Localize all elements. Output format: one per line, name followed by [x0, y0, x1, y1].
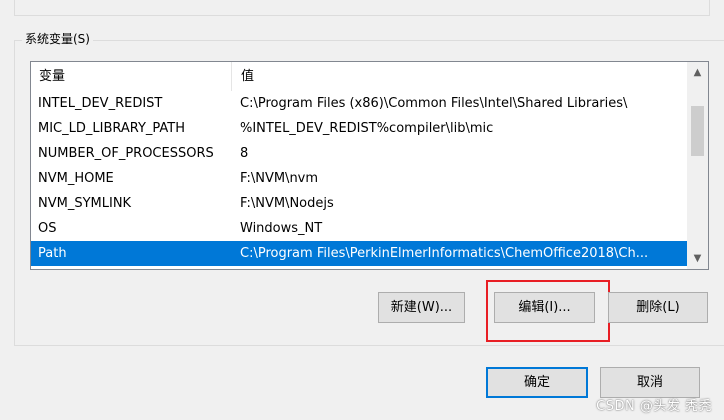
table-row[interactable]: NUMBER_OF_PROCESSORS 8: [31, 141, 687, 166]
variable-value: C:\Program Files (x86)\Common Files\Inte…: [240, 96, 628, 111]
variable-value: C:\Program Files\PerkinElmerInformatics\…: [240, 246, 649, 261]
table-row[interactable]: OS Windows_NT: [31, 216, 687, 241]
system-variables-list[interactable]: 变量 值 INTEL_DEV_REDIST C:\Program Files (…: [30, 61, 709, 270]
variable-name: MIC_LD_LIBRARY_PATH: [38, 121, 186, 136]
variable-name: Path: [38, 246, 67, 261]
variable-value: Windows_NT: [240, 221, 323, 236]
variable-value: %INTEL_DEV_REDIST%compiler\lib\mic: [240, 121, 494, 136]
table-row[interactable]: INTEL_DEV_REDIST C:\Program Files (x86)\…: [31, 91, 687, 116]
table-row[interactable]: NVM_HOME F:\NVM\nvm: [31, 166, 687, 191]
table-row[interactable]: NVM_SYMLINK F:\NVM\Nodejs: [31, 191, 687, 216]
column-header-value[interactable]: 值: [232, 62, 687, 91]
column-header-variable[interactable]: 变量: [31, 62, 232, 91]
variable-name: OS: [38, 221, 57, 236]
variable-name: NUMBER_OF_PROCESSORS: [38, 146, 214, 161]
table-row[interactable]: MIC_LD_LIBRARY_PATH %INTEL_DEV_REDIST%co…: [31, 116, 687, 141]
variable-name: NVM_SYMLINK: [38, 196, 132, 211]
variable-value: F:\NVM\nvm: [240, 171, 319, 186]
scroll-up-arrow-icon[interactable]: ▲: [687, 62, 708, 83]
delete-button[interactable]: 删除(L): [608, 292, 708, 323]
watermark: CSDN @头发 秃秃: [596, 399, 712, 414]
new-button[interactable]: 新建(W)...: [378, 292, 465, 323]
upper-group-box-edge: [14, 0, 710, 16]
variable-value: 8: [240, 146, 249, 161]
variable-name: NVM_HOME: [38, 171, 114, 186]
variable-name: INTEL_DEV_REDIST: [38, 96, 163, 111]
group-label: 系统变量(S): [22, 30, 93, 48]
edit-button[interactable]: 编辑(I)...: [494, 292, 595, 323]
scroll-down-arrow-icon[interactable]: ▼: [687, 248, 708, 269]
cancel-button[interactable]: 取消: [600, 367, 700, 398]
variable-value: F:\NVM\Nodejs: [240, 196, 334, 211]
list-rows: INTEL_DEV_REDIST C:\Program Files (x86)\…: [31, 91, 687, 266]
list-header: 变量 值: [31, 62, 687, 91]
vertical-scrollbar[interactable]: ▲ ▼: [687, 62, 708, 269]
scrollbar-thumb[interactable]: [691, 106, 704, 156]
table-row-selected[interactable]: Path C:\Program Files\PerkinElmerInforma…: [31, 241, 687, 266]
ok-button[interactable]: 确定: [486, 367, 588, 398]
